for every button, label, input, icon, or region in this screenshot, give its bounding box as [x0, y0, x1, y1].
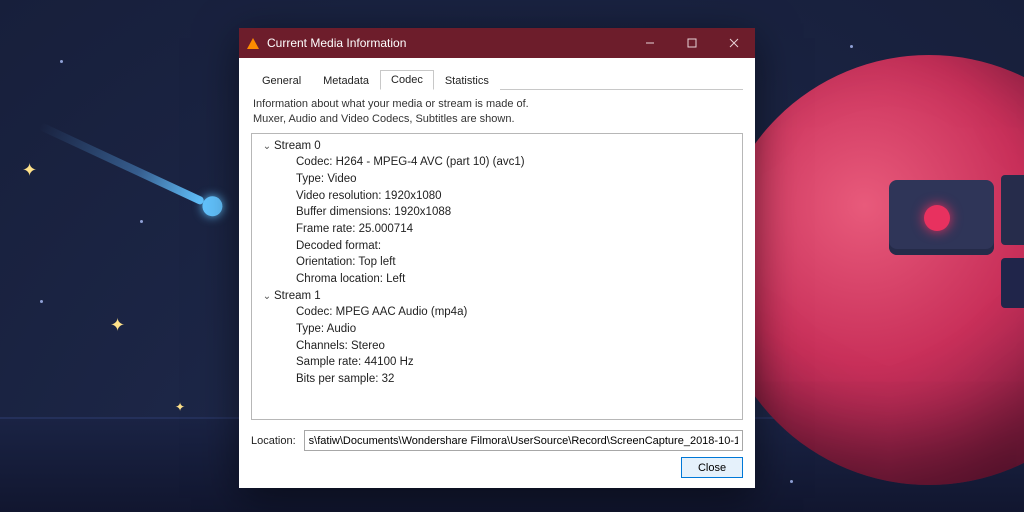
tree-leaf[interactable]: Orientation: Top left	[254, 254, 740, 271]
minimize-button[interactable]	[629, 28, 671, 58]
tab-general[interactable]: General	[251, 71, 312, 90]
tab-statistics[interactable]: Statistics	[434, 71, 500, 90]
location-label: Location:	[251, 435, 296, 447]
tree-leaf[interactable]: Type: Audio	[254, 321, 740, 338]
tree-leaf[interactable]: Bits per sample: 32	[254, 371, 740, 388]
codec-tree[interactable]: ⌄Stream 0 Codec: H264 - MPEG-4 AVC (part…	[251, 133, 743, 420]
expand-caret-icon[interactable]: ⌄	[262, 140, 272, 155]
tree-leaf[interactable]: Video resolution: 1920x1080	[254, 188, 740, 205]
titlebar[interactable]: Current Media Information	[239, 28, 755, 58]
codec-description: Information about what your media or str…	[253, 97, 743, 127]
tree-node-stream[interactable]: ⌄Stream 1	[254, 288, 740, 305]
location-field[interactable]	[304, 430, 743, 451]
maximize-button[interactable]	[671, 28, 713, 58]
tree-leaf[interactable]: Codec: MPEG AAC Audio (mp4a)	[254, 304, 740, 321]
tree-leaf[interactable]: Decoded format:	[254, 238, 740, 255]
tab-strip: General Metadata Codec Statistics	[251, 68, 743, 90]
expand-caret-icon[interactable]: ⌄	[262, 290, 272, 305]
tree-leaf[interactable]: Sample rate: 44100 Hz	[254, 354, 740, 371]
window-title: Current Media Information	[267, 36, 629, 50]
media-information-window: Current Media Information General Metada…	[239, 28, 755, 488]
tree-leaf[interactable]: Channels: Stereo	[254, 338, 740, 355]
tree-leaf[interactable]: Type: Video	[254, 171, 740, 188]
vlc-cone-icon	[247, 38, 259, 49]
tree-leaf[interactable]: Codec: H264 - MPEG-4 AVC (part 10) (avc1…	[254, 154, 740, 171]
tree-node-stream[interactable]: ⌄Stream 0	[254, 138, 740, 155]
tab-metadata[interactable]: Metadata	[312, 71, 380, 90]
close-button[interactable]: Close	[681, 457, 743, 478]
tree-leaf[interactable]: Buffer dimensions: 1920x1088	[254, 204, 740, 221]
tab-codec[interactable]: Codec	[380, 70, 434, 90]
close-window-button[interactable]	[713, 28, 755, 58]
tree-leaf[interactable]: Chroma location: Left	[254, 271, 740, 288]
tree-leaf[interactable]: Frame rate: 25.000714	[254, 221, 740, 238]
